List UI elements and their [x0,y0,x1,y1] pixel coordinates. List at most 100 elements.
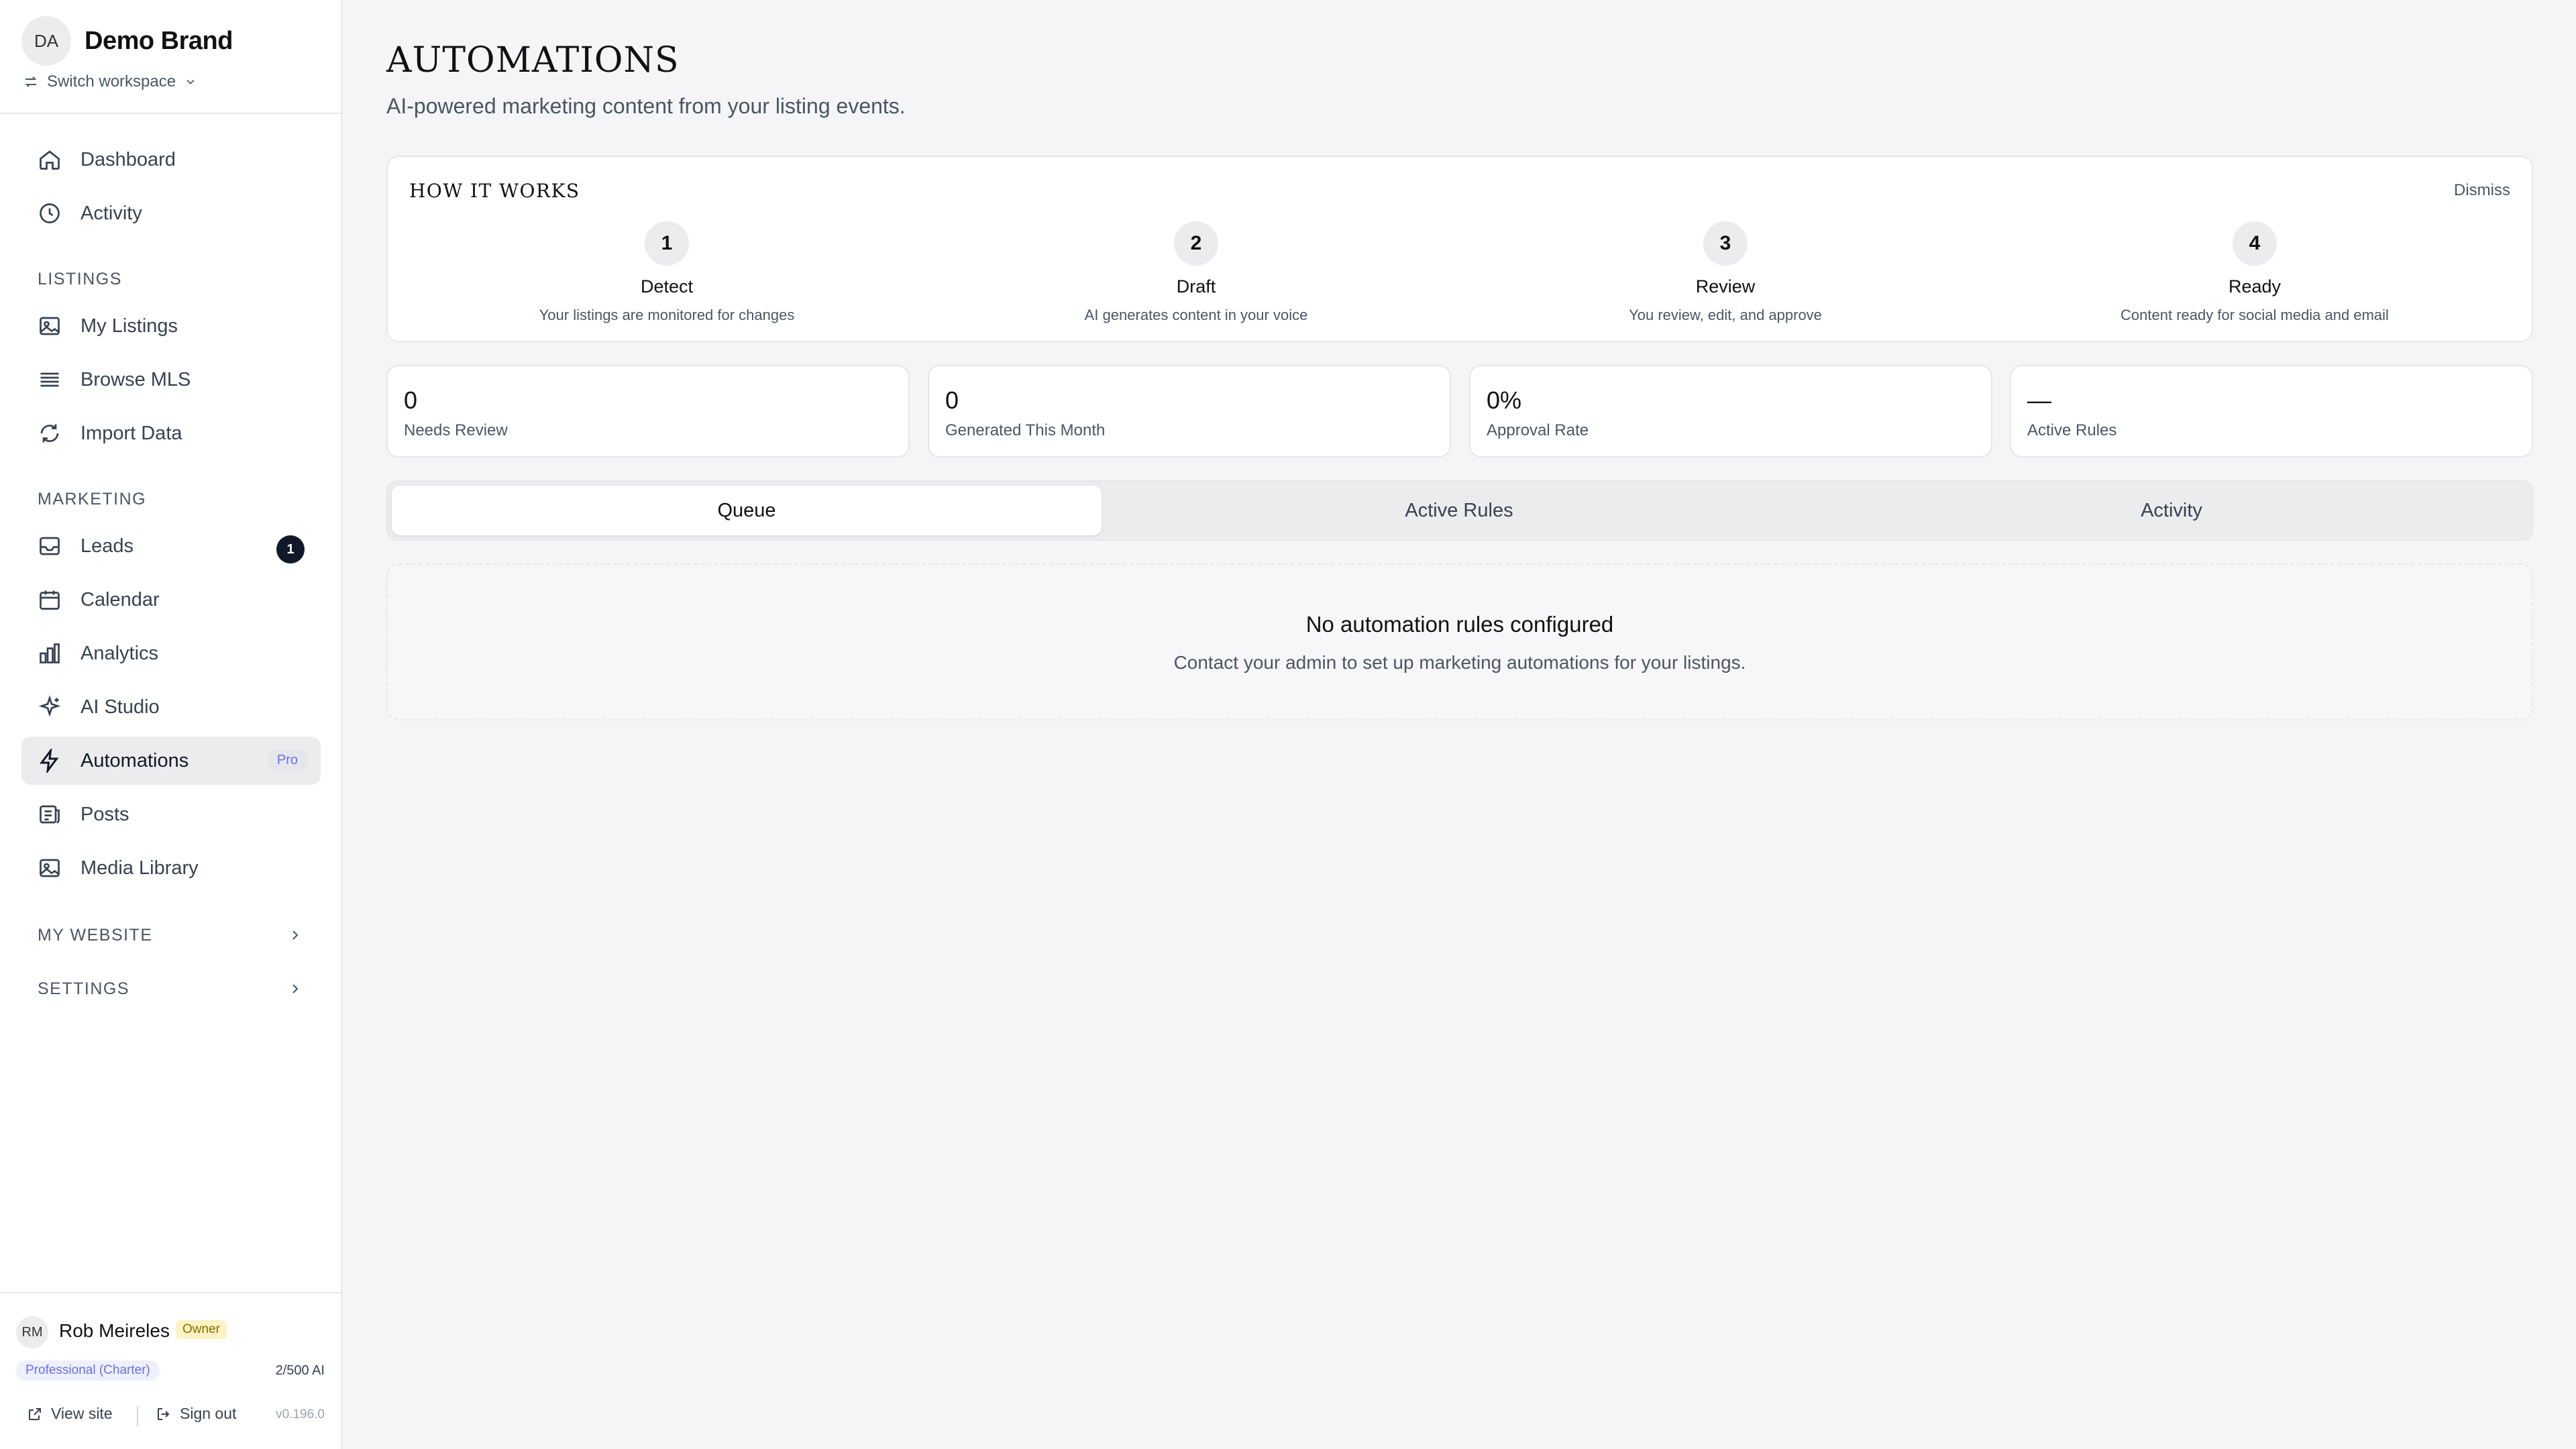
sidebar-item-ai-studio[interactable]: AI Studio [21,683,321,731]
sidebar-item-import-data[interactable]: Import Data [21,409,321,458]
sidebar-item-dashboard[interactable]: Dashboard [21,136,321,184]
sign-out-label: Sign out [180,1405,237,1422]
sidebar-item-label: My Listings [80,315,178,337]
sidebar-item-label: Calendar [80,588,160,610]
sidebar-item-label: Leads [80,535,134,557]
image-icon [40,859,60,877]
sidebar-item-automations[interactable]: Automations Pro [21,737,321,785]
stat-label: Needs Review [404,421,508,439]
step-description: Content ready for social media and email [2121,307,2389,323]
step-title: Draft [1176,276,1216,297]
user-panel: RM Rob Meireles Owner Professional (Char… [0,1292,341,1449]
sidebar-item-activity[interactable]: Activity [21,189,321,237]
section-heading-listings: LISTINGS [38,270,122,288]
empty-state-description: Contact your admin to set up marketing a… [1173,652,1746,673]
stat-value: 0% [1487,386,1522,414]
view-site-label: View site [51,1405,113,1422]
switch-workspace-label: Switch workspace [47,72,176,91]
plan-badge: Professional (Charter) [16,1360,160,1381]
user-name: Rob Meireles [59,1320,170,1341]
step-draft: 2 Draft AI generates content in your voi… [995,221,1397,324]
sidebar-item-label: Posts [80,803,129,825]
external-link-icon [29,1407,41,1420]
sidebar-item-label: Analytics [80,642,159,664]
chevron-down-icon [186,79,195,85]
sidebar-item-label: Activity [80,202,142,224]
sidebar-divider [0,113,341,114]
step-number: 1 [645,221,689,266]
sidebar-item-calendar[interactable]: Calendar [21,576,321,624]
sidebar-item-browse-mls[interactable]: Browse MLS [21,356,321,404]
step-detect: 1 Detect Your listings are monitored for… [466,221,868,324]
list-icon [40,372,59,387]
section-toggle-settings[interactable]: SETTINGS [21,969,321,1009]
stat-label: Generated This Month [945,421,1106,439]
tab-queue[interactable]: Queue [392,486,1102,535]
empty-state: No automation rules configured Contact y… [386,564,2533,720]
home-icon [40,150,60,170]
switch-icon [25,76,37,87]
step-description: You review, edit, and approve [1629,307,1822,323]
pro-tag: Pro [267,750,307,771]
sidebar-item-label: Dashboard [80,148,176,170]
sidebar-item-leads[interactable]: Leads 1 [21,522,321,570]
step-number: 4 [2233,221,2277,266]
role-badge: Owner [176,1320,227,1339]
sidebar-item-label: Browse MLS [80,368,191,390]
sidebar-item-my-listings[interactable]: My Listings [21,302,321,350]
user-avatar[interactable]: RM [16,1316,48,1348]
step-description: Your listings are monitored for changes [539,307,795,323]
sidebar: DA Demo Brand Switch workspace Dashboard… [0,0,342,1449]
image-icon [40,317,60,335]
step-review: 3 Review You review, edit, and approve [1524,221,1927,324]
app-version: v0.196.0 [276,1407,325,1421]
step-number: 2 [1174,221,1218,266]
step-ready: 4 Ready Content ready for social media a… [2053,221,2456,324]
sidebar-item-posts[interactable]: Posts [21,790,321,839]
empty-state-title: No automation rules configured [1305,612,1614,637]
sidebar-item-label: Import Data [80,422,182,444]
tab-bar: Queue Active Rules Activity [386,480,2533,541]
bar-chart-icon [40,643,60,663]
chevron-right-icon [292,984,299,994]
footer-divider [137,1406,138,1426]
step-title: Review [1695,276,1756,297]
view-site-link[interactable]: View site [27,1405,113,1423]
refresh-icon [40,424,59,443]
page-title: AUTOMATIONS [386,40,680,80]
tab-activity[interactable]: Activity [1817,486,2526,535]
stat-card-approval-rate: 0% Approval Rate [1469,365,1992,458]
sidebar-item-analytics[interactable]: Analytics [21,629,321,678]
leads-count-badge: 1 [276,535,305,564]
brand-name: Demo Brand [85,26,233,55]
tab-active-rules[interactable]: Active Rules [1104,486,1814,535]
stat-value: 0 [404,386,418,414]
sidebar-item-media-library[interactable]: Media Library [21,844,321,892]
section-toggle-my-website[interactable]: MY WEBSITE [21,915,321,955]
stat-value: — [2027,386,2051,414]
sidebar-item-label: AI Studio [80,696,160,718]
step-title: Detect [640,276,694,297]
clock-icon [40,203,60,223]
section-heading-settings: SETTINGS [38,979,130,998]
lightning-icon [40,749,59,773]
sign-out-icon [158,1407,170,1420]
switch-workspace-button[interactable]: Switch workspace [23,72,205,91]
dismiss-button[interactable]: Dismiss [2454,181,2510,200]
sign-out-button[interactable]: Sign out [156,1405,236,1423]
brand-avatar: DA [21,16,71,66]
newspaper-icon [40,805,60,824]
how-it-works-title: HOW IT WORKS [409,180,580,202]
inbox-icon [40,537,60,555]
sidebar-item-label: Media Library [80,857,199,879]
brand-switcher[interactable]: DA Demo Brand [21,16,233,66]
stat-value: 0 [945,386,959,414]
how-it-works-card: HOW IT WORKS Dismiss 1 Detect Your listi… [386,156,2533,342]
section-heading-my-website: MY WEBSITE [38,926,153,945]
page-subtitle: AI-powered marketing content from your l… [386,94,906,118]
step-title: Ready [2228,276,2282,297]
calendar-icon [40,590,60,610]
stat-label: Active Rules [2027,421,2117,439]
stat-label: Approval Rate [1487,421,1589,439]
stat-card-needs-review: 0 Needs Review [386,365,910,458]
